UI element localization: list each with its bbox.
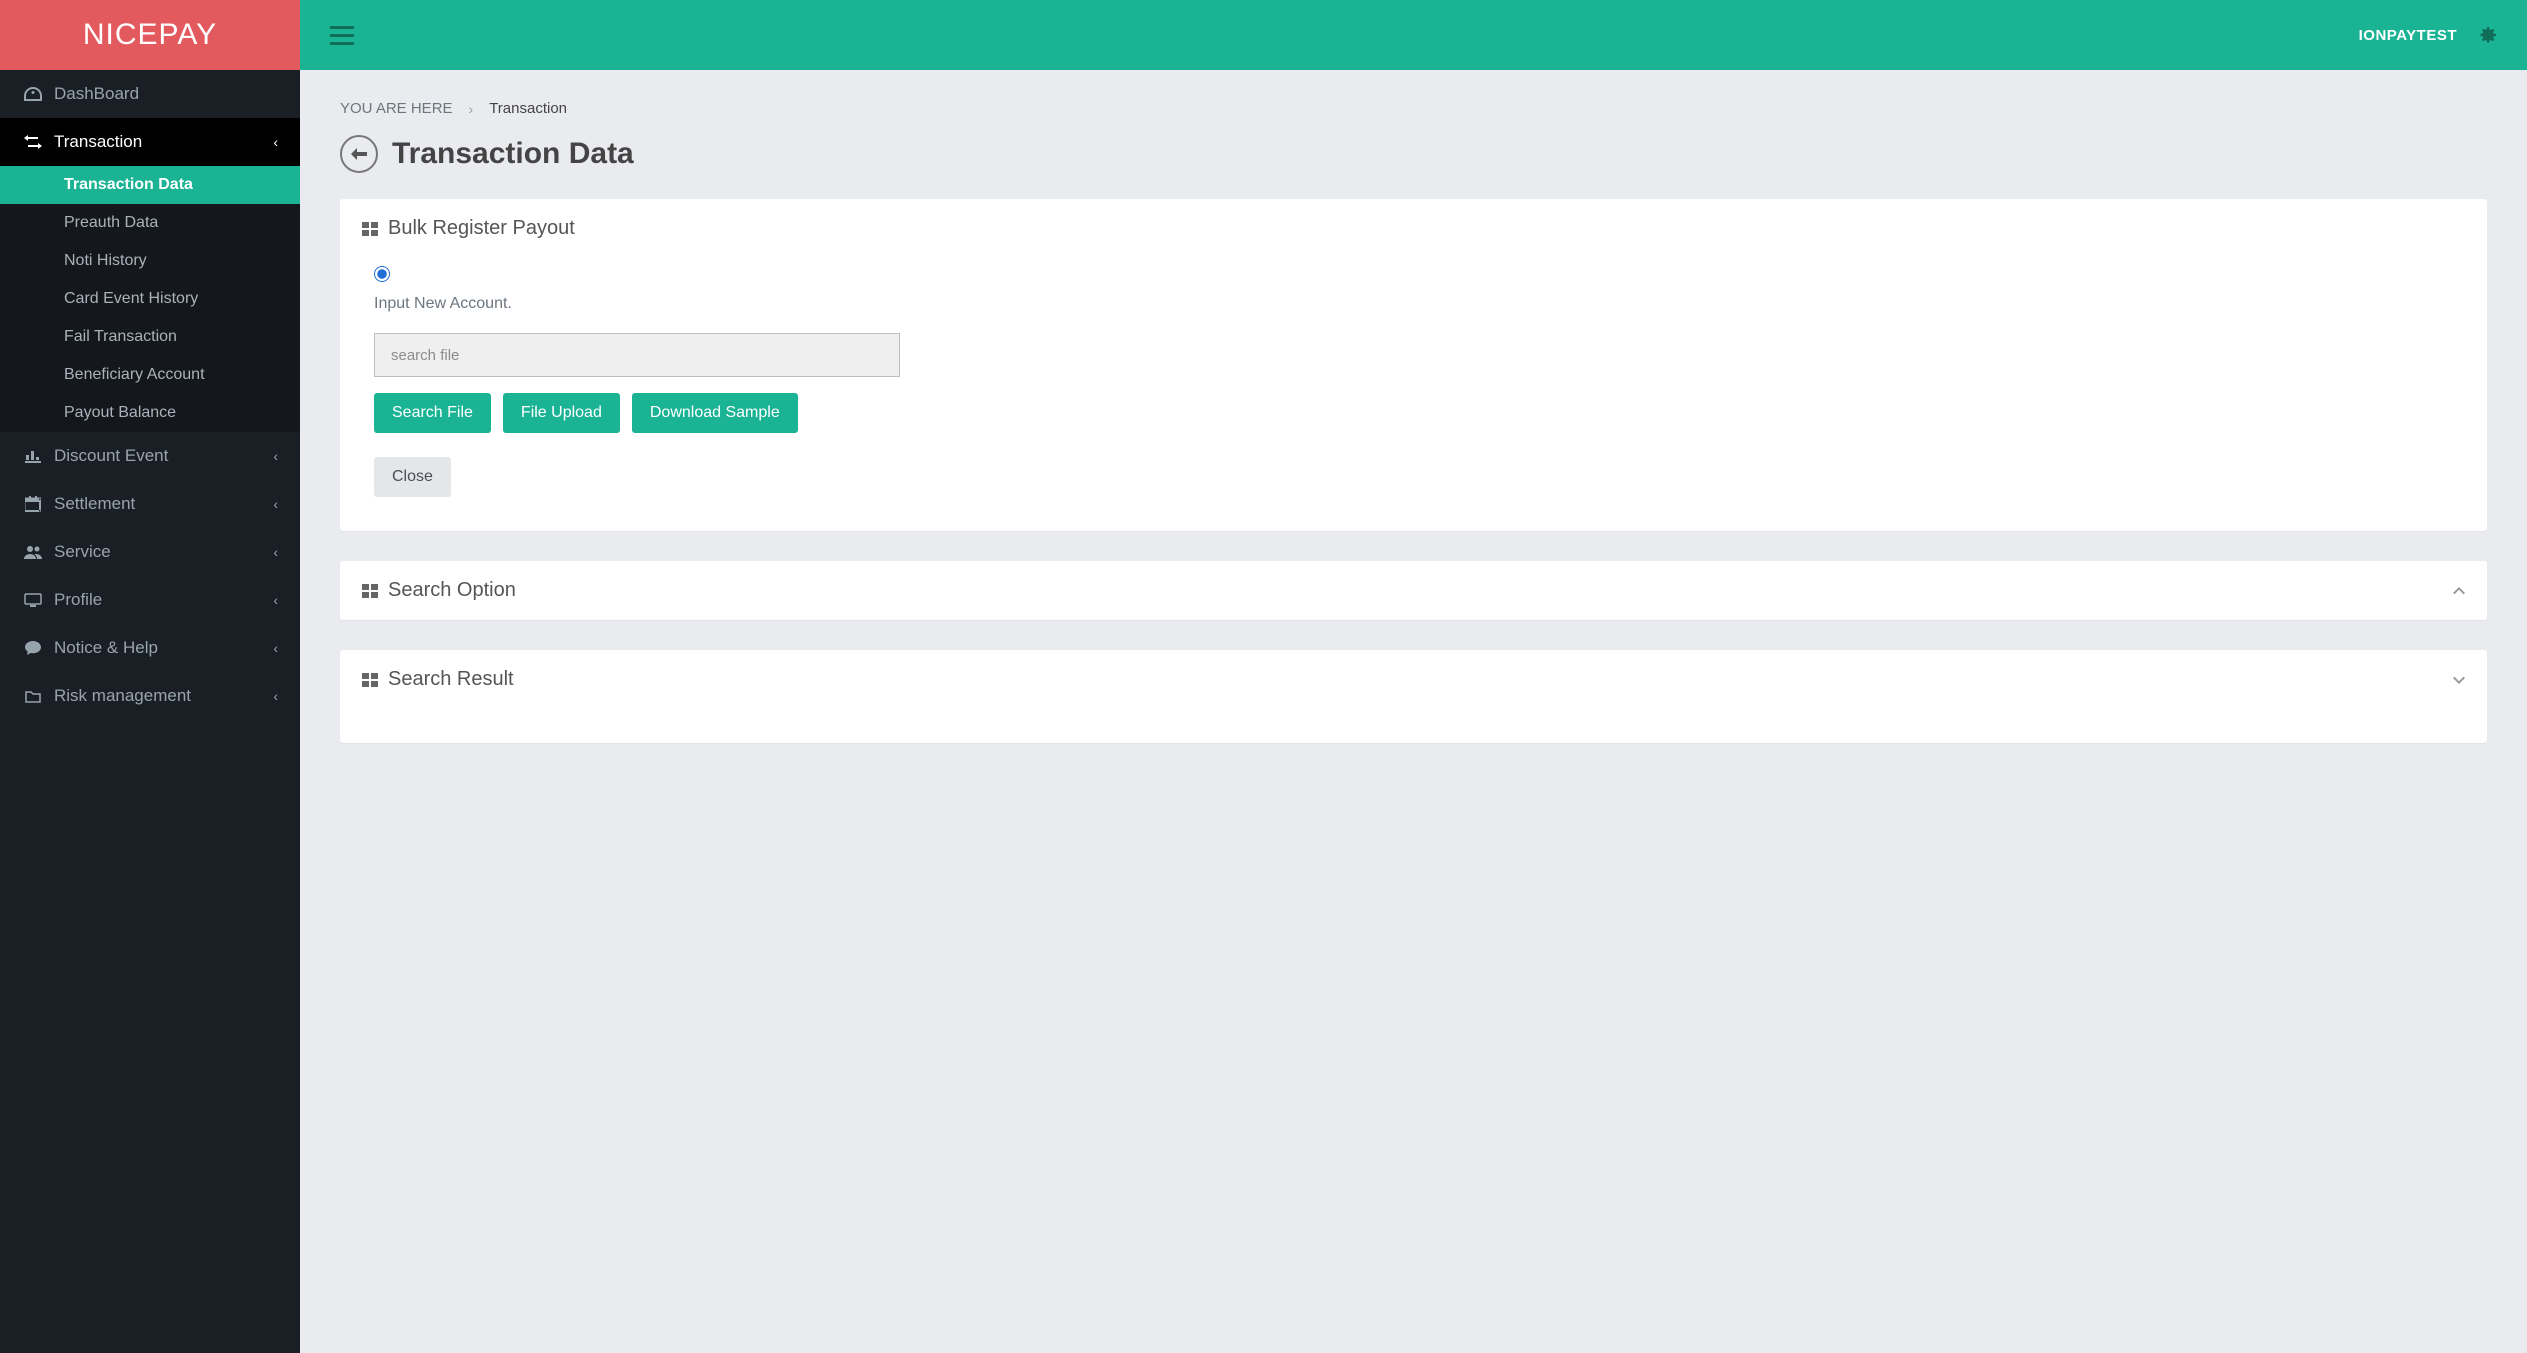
chevron-left-icon: ‹ — [273, 134, 278, 150]
topbar-right: IONPAYTEST — [2359, 25, 2497, 45]
chevron-left-icon: ‹ — [273, 448, 278, 464]
subnav-label: Payout Balance — [64, 404, 176, 421]
sidebar-item-discount-event[interactable]: Discount Event ‹ — [0, 432, 300, 480]
monitor-icon — [22, 593, 44, 607]
chevron-left-icon: ‹ — [273, 688, 278, 704]
subnav-label: Card Event History — [64, 290, 198, 307]
grid-icon — [362, 673, 378, 687]
menu-toggle-button[interactable] — [330, 26, 354, 45]
chevron-left-icon: ‹ — [273, 496, 278, 512]
chevron-left-icon: ‹ — [273, 544, 278, 560]
sidebar-item-dashboard[interactable]: DashBoard — [0, 70, 300, 118]
chart-icon — [22, 449, 44, 463]
page-title-row: Transaction Data — [340, 135, 2487, 173]
brand-text: NICEPAY — [83, 18, 217, 52]
comment-icon — [22, 641, 44, 655]
sidebar-item-label: Settlement — [54, 494, 135, 514]
dashboard-icon — [22, 87, 44, 101]
sidebar-item-label: DashBoard — [54, 84, 139, 104]
sidebar-item-label: Profile — [54, 590, 102, 610]
panel-header: Bulk Register Payout — [340, 199, 2487, 258]
panel-body: Input New Account. Search File File Uplo… — [340, 258, 2487, 531]
radio-label: Input New Account. — [374, 295, 2453, 313]
content-area: YOU ARE HERE › Transaction Transaction D… — [300, 70, 2527, 1353]
subnav-fail-transaction[interactable]: Fail Transaction — [0, 318, 300, 356]
sidebar-item-label: Notice & Help — [54, 638, 158, 658]
download-sample-button[interactable]: Download Sample — [632, 393, 798, 433]
chevron-down-icon — [2453, 676, 2465, 684]
grid-icon — [362, 222, 378, 236]
subnav-noti-history[interactable]: Noti History — [0, 242, 300, 280]
users-icon — [22, 545, 44, 559]
sidebar-item-service[interactable]: Service ‹ — [0, 528, 300, 576]
sidebar-item-label: Risk management — [54, 686, 191, 706]
subnav-payout-balance[interactable]: Payout Balance — [0, 394, 300, 432]
file-upload-button[interactable]: File Upload — [503, 393, 620, 433]
panel-search-option: Search Option — [340, 561, 2487, 620]
brand-logo: NICEPAY — [0, 0, 300, 70]
sidebar-item-profile[interactable]: Profile ‹ — [0, 576, 300, 624]
search-file-input[interactable] — [374, 333, 900, 377]
panel-title: Search Result — [388, 668, 514, 691]
subnav-label: Transaction Data — [64, 176, 193, 193]
sidebar-item-transaction[interactable]: Transaction ‹ — [0, 118, 300, 166]
subnav-label: Fail Transaction — [64, 328, 177, 345]
bulk-buttons-row: Search File File Upload Download Sample — [374, 393, 2453, 433]
search-file-button[interactable]: Search File — [374, 393, 491, 433]
gear-icon[interactable] — [2477, 25, 2497, 45]
subnav-preauth-data[interactable]: Preauth Data — [0, 204, 300, 242]
back-button[interactable] — [340, 135, 378, 173]
breadcrumb: YOU ARE HERE › Transaction — [340, 100, 2487, 117]
user-label[interactable]: IONPAYTEST — [2359, 27, 2457, 44]
sidebar-item-notice-help[interactable]: Notice & Help ‹ — [0, 624, 300, 672]
subnav-label: Beneficiary Account — [64, 366, 205, 383]
grid-icon — [362, 584, 378, 598]
sidebar-item-settlement[interactable]: Settlement ‹ — [0, 480, 300, 528]
chevron-up-icon — [2453, 587, 2465, 595]
close-button[interactable]: Close — [374, 457, 451, 497]
sidebar-item-label: Service — [54, 542, 111, 562]
folder-icon — [22, 690, 44, 703]
panel-title: Search Option — [388, 579, 516, 602]
chevron-right-icon: › — [469, 101, 474, 117]
panel-search-result: Search Result — [340, 650, 2487, 743]
sidebar: NICEPAY DashBoard Transaction ‹ Transact… — [0, 0, 300, 1353]
sidebar-item-label: Discount Event — [54, 446, 168, 466]
chevron-left-icon: ‹ — [273, 592, 278, 608]
transfer-icon — [22, 135, 44, 149]
subnav-transaction-data[interactable]: Transaction Data — [0, 166, 300, 204]
subnav-card-event-history[interactable]: Card Event History — [0, 280, 300, 318]
topbar: IONPAYTEST — [300, 0, 2527, 70]
input-new-account-radio[interactable] — [374, 266, 390, 282]
calendar-icon — [22, 496, 44, 512]
panel-header[interactable]: Search Result — [340, 650, 2487, 709]
breadcrumb-current: Transaction — [489, 100, 567, 117]
breadcrumb-label: YOU ARE HERE — [340, 100, 453, 117]
subnav-label: Preauth Data — [64, 214, 158, 231]
main-column: IONPAYTEST YOU ARE HERE › Transaction Tr… — [300, 0, 2527, 1353]
transaction-submenu: Transaction Data Preauth Data Noti Histo… — [0, 166, 300, 432]
subnav-label: Noti History — [64, 252, 147, 269]
subnav-beneficiary-account[interactable]: Beneficiary Account — [0, 356, 300, 394]
sidebar-item-label: Transaction — [54, 132, 142, 152]
panel-title: Bulk Register Payout — [388, 217, 575, 240]
panel-header[interactable]: Search Option — [340, 561, 2487, 620]
sidebar-item-risk-management[interactable]: Risk management ‹ — [0, 672, 300, 720]
chevron-left-icon: ‹ — [273, 640, 278, 656]
panel-bulk-register-payout: Bulk Register Payout Input New Account. … — [340, 199, 2487, 531]
page-title: Transaction Data — [392, 137, 634, 171]
account-type-radio-group — [374, 266, 2453, 287]
